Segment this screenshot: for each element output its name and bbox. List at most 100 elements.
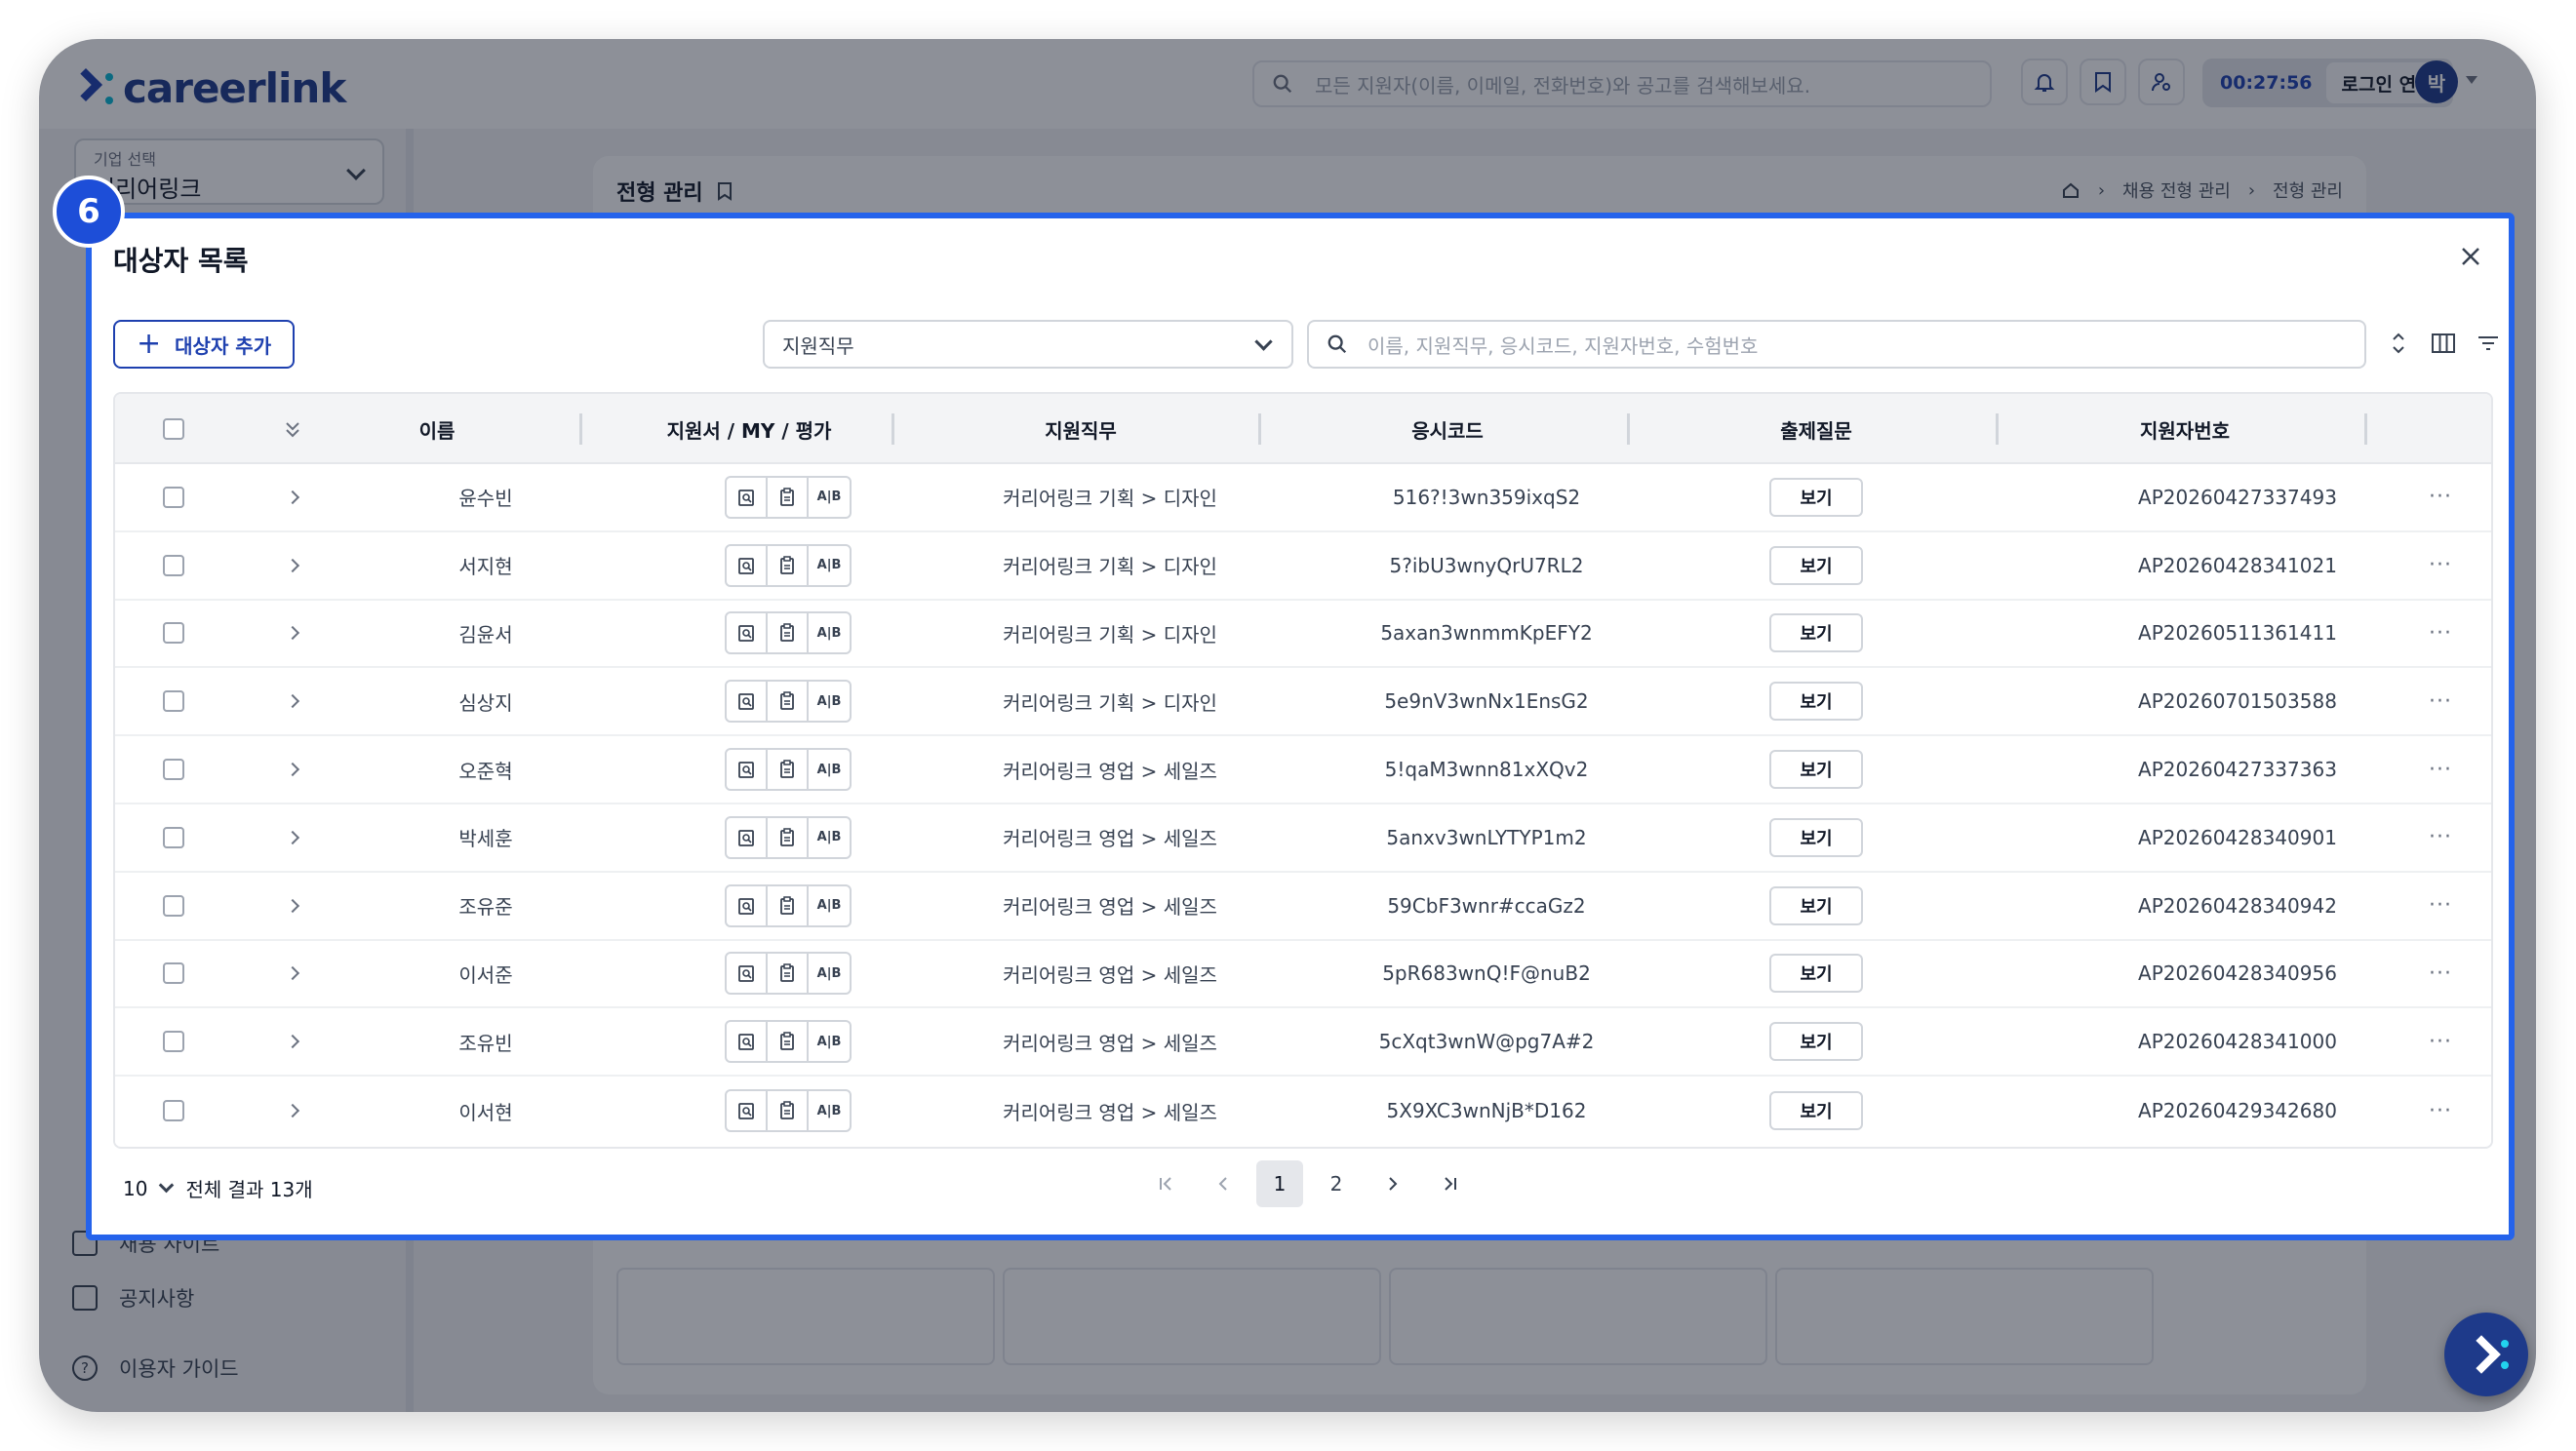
view-question-button[interactable]: 보기 [1769,682,1863,722]
table-row[interactable]: 김윤서 A|B 커리어링크 기획 > 디자인 5axan3wnmmKpEFY2 보기 AP… [115,600,2491,669]
page-button[interactable]: 2 [1313,1160,1360,1207]
column-header-documents[interactable]: 지원서 / MY / 평가 [622,394,876,464]
add-target-button[interactable]: + 대상자 추가 [113,320,296,369]
more-icon[interactable]: ··· [2411,464,2470,530]
more-icon[interactable]: ··· [2411,873,2470,939]
expand-row-icon[interactable] [283,668,302,734]
expand-row-icon[interactable] [283,464,302,530]
column-header-question[interactable]: 출제질문 [1670,394,1962,464]
row-checkbox[interactable] [162,941,185,1007]
view-question-button[interactable]: 보기 [1769,1091,1863,1131]
table-row[interactable]: 이서준 A|B 커리어링크 영업 > 세일즈 5pR683wnQ!F@nuB2 보기 AP… [115,940,2491,1009]
table-row[interactable]: 심상지 A|B 커리어링크 기획 > 디자인 5e9nV3wnNx1EnsG2 보기 AP… [115,668,2491,737]
filter-icon[interactable] [2474,326,2503,361]
column-header-name[interactable]: 이름 [359,394,515,464]
my-clipboard-icon[interactable] [768,750,809,790]
application-view-icon[interactable] [727,477,768,517]
row-checkbox[interactable] [162,873,185,939]
ab-evaluation-icon[interactable]: A|B [809,886,850,925]
table-row[interactable]: 조유준 A|B 커리어링크 영업 > 세일즈 59CbF3wnr#ccaGz2 보기 AP… [115,872,2491,941]
more-icon[interactable]: ··· [2411,601,2470,667]
my-clipboard-icon[interactable] [768,954,809,994]
view-question-button[interactable]: 보기 [1769,477,1863,517]
application-view-icon[interactable] [727,1091,768,1131]
close-icon[interactable] [2454,240,2487,273]
more-icon[interactable]: ··· [2411,941,2470,1007]
more-icon[interactable]: ··· [2411,736,2470,803]
my-clipboard-icon[interactable] [768,545,809,585]
next-page-icon[interactable] [1369,1160,1416,1207]
expand-row-icon[interactable] [283,873,302,939]
view-question-button[interactable]: 보기 [1769,954,1863,994]
application-view-icon[interactable] [727,545,768,585]
table-row[interactable]: 윤수빈 A|B 커리어링크 기획 > 디자인 516?!3wn359ixqS2 보기 AP… [115,464,2491,532]
application-view-icon[interactable] [727,682,768,722]
view-question-button[interactable]: 보기 [1769,817,1863,857]
sort-icon[interactable] [2384,326,2413,361]
columns-icon[interactable] [2429,326,2458,361]
row-checkbox[interactable] [162,601,185,667]
more-icon[interactable]: ··· [2411,1077,2470,1145]
column-header-code[interactable]: 응시코드 [1301,394,1594,464]
application-view-icon[interactable] [727,817,768,857]
ab-evaluation-icon[interactable]: A|B [809,682,850,721]
first-page-icon[interactable] [1143,1160,1190,1207]
target-search-input[interactable]: 이름, 지원직무, 응시코드, 지원자번호, 수험번호 [1307,320,2366,369]
ab-evaluation-icon[interactable]: A|B [809,1091,850,1130]
column-header-applicant-no[interactable]: 지원자번호 [2039,394,2331,464]
chatbot-fab[interactable] [2444,1313,2528,1396]
expand-row-icon[interactable] [283,804,302,871]
expand-row-icon[interactable] [283,532,302,599]
expand-all-icon[interactable] [283,394,302,464]
row-checkbox[interactable] [162,532,185,599]
my-clipboard-icon[interactable] [768,477,809,517]
table-row[interactable]: 서지현 A|B 커리어링크 기획 > 디자인 5?ibU3wnyQrU7RL2 보기 AP… [115,531,2491,601]
view-question-button[interactable]: 보기 [1769,545,1863,585]
ab-evaluation-icon[interactable]: A|B [809,954,850,993]
row-checkbox[interactable] [162,464,185,530]
my-clipboard-icon[interactable] [768,682,809,722]
ab-evaluation-icon[interactable]: A|B [809,478,850,517]
column-header-job[interactable]: 지원직무 [934,394,1227,464]
row-checkbox[interactable] [162,804,185,871]
my-clipboard-icon[interactable] [768,885,809,925]
row-checkbox[interactable] [162,1008,185,1075]
view-question-button[interactable]: 보기 [1769,1022,1863,1062]
application-view-icon[interactable] [727,750,768,790]
application-view-icon[interactable] [727,1022,768,1062]
ab-evaluation-icon[interactable]: A|B [809,546,850,585]
ab-evaluation-icon[interactable]: A|B [809,613,850,652]
view-question-button[interactable]: 보기 [1769,613,1863,653]
table-row[interactable]: 이서현 A|B 커리어링크 영업 > 세일즈 5X9XC3wnNjB*D162 보기 AP… [115,1077,2491,1145]
table-row[interactable]: 조유빈 A|B 커리어링크 영업 > 세일즈 5cXqt3wnW@pg7A#2 보기 AP… [115,1008,2491,1078]
expand-row-icon[interactable] [283,941,302,1007]
page-button[interactable]: 1 [1256,1160,1303,1207]
more-icon[interactable]: ··· [2411,804,2470,871]
my-clipboard-icon[interactable] [768,613,809,653]
my-clipboard-icon[interactable] [768,817,809,857]
application-view-icon[interactable] [727,885,768,925]
more-icon[interactable]: ··· [2411,668,2470,734]
ab-evaluation-icon[interactable]: A|B [809,1022,850,1061]
row-checkbox[interactable] [162,668,185,734]
my-clipboard-icon[interactable] [768,1091,809,1131]
row-checkbox[interactable] [162,1077,185,1145]
expand-row-icon[interactable] [283,736,302,803]
view-question-button[interactable]: 보기 [1769,885,1863,925]
table-row[interactable]: 오준혁 A|B 커리어링크 영업 > 세일즈 5!qaM3wnn81xXQv2 보기 AP… [115,736,2491,804]
my-clipboard-icon[interactable] [768,1022,809,1062]
job-filter-select[interactable]: 지원직무 [763,320,1293,369]
prev-page-icon[interactable] [1200,1160,1247,1207]
application-view-icon[interactable] [727,954,768,994]
table-row[interactable]: 박세훈 A|B 커리어링크 영업 > 세일즈 5anxv3wnLYTYP1m2 보기 AP… [115,804,2491,873]
select-all-checkbox[interactable] [162,394,185,464]
expand-row-icon[interactable] [283,601,302,667]
ab-evaluation-icon[interactable]: A|B [809,750,850,789]
more-icon[interactable]: ··· [2411,532,2470,599]
expand-row-icon[interactable] [283,1077,302,1145]
expand-row-icon[interactable] [283,1008,302,1075]
last-page-icon[interactable] [1426,1160,1473,1207]
view-question-button[interactable]: 보기 [1769,750,1863,790]
ab-evaluation-icon[interactable]: A|B [809,818,850,857]
more-icon[interactable]: ··· [2411,1008,2470,1075]
